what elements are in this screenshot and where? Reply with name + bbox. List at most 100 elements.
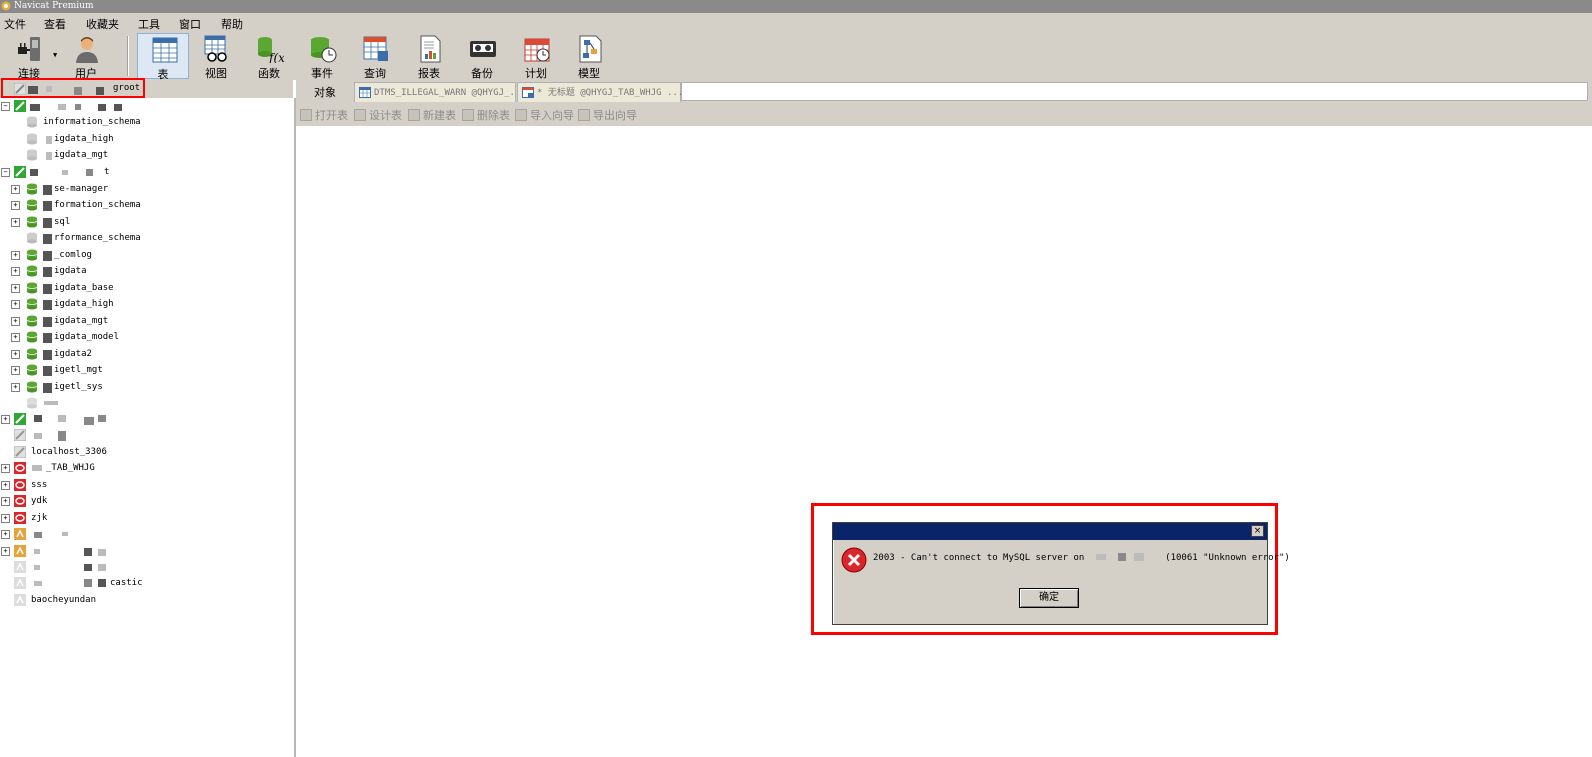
tree-db-item[interactable]: + se-manager: [0, 181, 290, 197]
connect-dropdown-icon[interactable]: ▼: [53, 51, 57, 59]
tree-db-item[interactable]: [0, 395, 290, 411]
database-icon: [26, 249, 38, 261]
view-button[interactable]: 视图: [190, 33, 242, 80]
tree-db-item[interactable]: rformance_schema: [0, 230, 290, 246]
tree-db-item[interactable]: + igdata_mgt: [0, 313, 290, 329]
redacted-block: [34, 549, 40, 554]
tab-objects[interactable]: 对象: [314, 84, 336, 100]
table-button[interactable]: 表: [137, 33, 189, 81]
redacted-block: [75, 104, 81, 110]
expand-icon[interactable]: +: [1, 547, 10, 556]
user-button[interactable]: 用户: [60, 33, 112, 80]
design-table-button[interactable]: 设计表: [354, 107, 402, 123]
menu-favorites[interactable]: 收藏夹: [86, 16, 119, 32]
collapse-icon[interactable]: −: [1, 102, 10, 111]
menu-help[interactable]: 帮助: [221, 16, 243, 32]
import-wizard-button[interactable]: 导入向导: [515, 107, 574, 123]
expand-icon[interactable]: +: [1, 481, 10, 490]
expand-icon[interactable]: +: [11, 267, 20, 276]
tree-db-item[interactable]: igdata_high: [0, 131, 290, 147]
expand-icon[interactable]: +: [1, 530, 10, 539]
open-table-button[interactable]: 打开表: [300, 107, 348, 123]
tab-bar: 对象 DTMS_ILLEGAL_WARN @QHYGJ_... * 无标题 @Q…: [296, 80, 1592, 102]
model-button[interactable]: 模型: [563, 33, 615, 80]
tree-db-item[interactable]: + formation_schema: [0, 197, 290, 213]
tree-db-item[interactable]: information_schema: [0, 114, 290, 130]
menu-view[interactable]: 查看: [44, 16, 66, 32]
schedule-button[interactable]: 计划: [510, 33, 562, 80]
expand-icon[interactable]: +: [11, 350, 20, 359]
redacted-block: [98, 564, 106, 571]
expand-icon[interactable]: +: [11, 218, 20, 227]
tree-db-item[interactable]: + _comlog: [0, 247, 290, 263]
redacted-block: [30, 104, 40, 111]
expand-icon[interactable]: +: [11, 383, 20, 392]
ok-button[interactable]: 确定: [1019, 588, 1079, 608]
menu-tools[interactable]: 工具: [138, 16, 160, 32]
backup-button[interactable]: 备份: [456, 33, 508, 80]
tree-db-item[interactable]: + igetl_sys: [0, 379, 290, 395]
expand-icon[interactable]: +: [11, 284, 20, 293]
expand-icon[interactable]: +: [1, 497, 10, 506]
tree-db-item[interactable]: + igdata: [0, 263, 290, 279]
redacted-block: [98, 415, 106, 422]
title-bar: Navicat Premium: [0, 0, 1592, 13]
connection-tree[interactable]: − information_schema igdata_high igdata_…: [0, 98, 296, 757]
export-wizard-button[interactable]: 导出向导: [578, 107, 637, 123]
tree-db-item[interactable]: igdata_mgt: [0, 147, 290, 163]
tab-untitled-query[interactable]: * 无标题 @QHYGJ_TAB_WHJG ...: [517, 82, 683, 102]
app-title: Navicat Premium: [14, 1, 94, 11]
tree-connection-elastic[interactable]: +: [0, 543, 290, 559]
expand-icon[interactable]: +: [11, 251, 20, 260]
expand-icon[interactable]: +: [11, 185, 20, 194]
dialog-close-button[interactable]: ×: [1251, 525, 1264, 537]
tree-db-item[interactable]: + igetl_mgt: [0, 362, 290, 378]
expand-icon[interactable]: +: [11, 333, 20, 342]
report-button[interactable]: 报表: [403, 33, 455, 80]
menu-file[interactable]: 文件: [4, 16, 26, 32]
tree-connection-oracle[interactable]: + ydk: [0, 493, 290, 509]
tree-connection-oracle[interactable]: + sss: [0, 477, 290, 493]
tree-connection-elastic-closed[interactable]: [0, 559, 290, 575]
tree-db-item[interactable]: + igdata_high: [0, 296, 290, 312]
tree-connection-4[interactable]: [0, 427, 290, 443]
menu-window[interactable]: 窗口: [179, 16, 201, 32]
expand-icon[interactable]: +: [1, 514, 10, 523]
query-button[interactable]: 查询: [349, 33, 401, 80]
import-wizard-icon: [515, 109, 527, 121]
expand-icon[interactable]: +: [11, 300, 20, 309]
expand-icon[interactable]: +: [11, 366, 20, 375]
tree-connection-oracle[interactable]: + _TAB_WHJG: [0, 460, 290, 476]
tree-connection-localhost[interactable]: localhost_3306: [0, 444, 290, 460]
tree-connection-2[interactable]: − t: [0, 164, 290, 180]
dialog-caption-bar[interactable]: [833, 523, 1267, 540]
tree-db-item[interactable]: + igdata_base: [0, 280, 290, 296]
delete-table-label: 删除表: [477, 109, 510, 122]
delete-table-button[interactable]: 删除表: [462, 107, 510, 123]
tree-connection-1[interactable]: −: [0, 98, 290, 114]
tree-connection-3[interactable]: +: [0, 411, 290, 427]
tree-db-item[interactable]: + igdata_model: [0, 329, 290, 345]
redacted-block: [98, 104, 106, 111]
expand-icon[interactable]: +: [1, 464, 10, 473]
report-icon: [420, 35, 441, 63]
tree-connection-elastic[interactable]: +: [0, 526, 290, 542]
expand-icon[interactable]: +: [1, 415, 10, 424]
tree-connection-baocheyundan[interactable]: baocheyundan: [0, 592, 290, 608]
expand-icon[interactable]: +: [11, 317, 20, 326]
new-table-button[interactable]: 新建表: [408, 107, 456, 123]
collapse-icon[interactable]: −: [1, 168, 10, 177]
event-label: 事件: [311, 67, 333, 80]
event-button[interactable]: 事件: [296, 33, 348, 80]
redacted-block: [43, 383, 52, 393]
object-list-area[interactable]: [296, 126, 1592, 757]
tree-db-item[interactable]: + igdata2: [0, 346, 290, 362]
tree-connection-oracle[interactable]: + zjk: [0, 510, 290, 526]
open-table-icon: [300, 109, 312, 121]
connect-button[interactable]: 连接: [3, 33, 55, 80]
tree-connection-elastic-closed[interactable]: castic: [0, 575, 290, 591]
function-button[interactable]: f(x) 函数: [243, 33, 295, 80]
tab-table-dtms[interactable]: DTMS_ILLEGAL_WARN @QHYGJ_...: [354, 82, 526, 102]
tree-db-item[interactable]: + sql: [0, 214, 290, 230]
expand-icon[interactable]: +: [11, 201, 20, 210]
